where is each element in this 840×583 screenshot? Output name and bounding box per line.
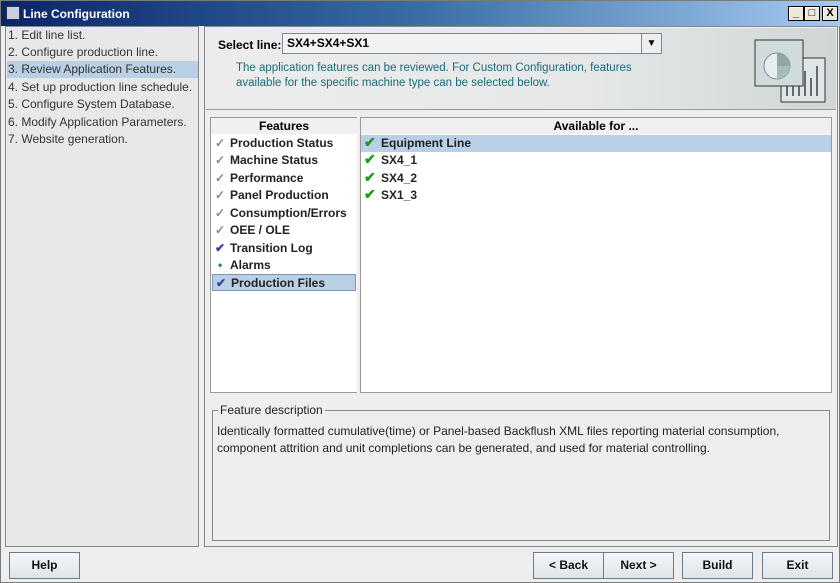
feature-item[interactable]: ✓ Consumption/Errors: [212, 205, 356, 222]
header-panel: Select line: SX4+SX4+SX1 ▼ The applicati…: [206, 28, 836, 110]
check-icon: ✔: [364, 169, 376, 185]
available-list: Available for ... ✔ Equipment Line ✔ SX4_1…: [360, 117, 832, 393]
feature-label: Alarms: [230, 258, 271, 272]
hint-text: The application features can be reviewed…: [236, 62, 632, 89]
feature-item[interactable]: ✔ Transition Log: [212, 240, 356, 257]
check-icon: ✓: [215, 188, 226, 202]
check-icon: ✓: [215, 153, 226, 167]
next-button[interactable]: Next >: [603, 552, 674, 579]
available-item[interactable]: ✔ SX4_1: [361, 151, 831, 169]
check-icon: ✓: [215, 136, 226, 150]
select-line-combo[interactable]: SX4+SX4+SX1 ▼: [282, 33, 662, 54]
available-label: SX4_2: [381, 171, 418, 185]
available-item[interactable]: ✔ Equipment Line: [361, 134, 831, 152]
feature-label: Panel Production: [230, 188, 329, 202]
step-item[interactable]: 1. Edit line list.: [7, 27, 198, 44]
check-icon: ✔: [364, 134, 376, 150]
available-item[interactable]: ✔ SX1_3: [361, 186, 831, 204]
maximize-button[interactable]: □: [804, 6, 820, 21]
feature-label: Machine Status: [230, 153, 319, 167]
feature-item[interactable]: • Alarms: [212, 257, 356, 274]
steps-list: 1. Edit line list. 2. Configure producti…: [5, 26, 199, 547]
feature-label: Consumption/Errors: [230, 206, 347, 220]
minimize-button[interactable]: _: [788, 6, 804, 21]
features-header: Features: [211, 118, 357, 134]
step-item[interactable]: 7. Website generation.: [7, 131, 198, 148]
feature-label: OEE / OLE: [230, 223, 291, 237]
select-line-label: Select line:: [218, 38, 282, 52]
check-icon: ✔: [364, 186, 376, 202]
feature-label: Performance: [230, 171, 304, 185]
check-icon: ✔: [216, 276, 227, 290]
check-icon: ✓: [215, 223, 226, 237]
app-icon: [6, 6, 20, 20]
window-title: Line Configuration: [23, 7, 130, 21]
main-panel: Select line: SX4+SX4+SX1 ▼ The applicati…: [204, 26, 838, 547]
select-line-value: SX4+SX4+SX1: [283, 34, 641, 53]
feature-description-group: Feature description Identically formatte…: [212, 403, 830, 541]
available-label: SX4_1: [381, 153, 418, 167]
check-icon: ✓: [215, 171, 226, 185]
feature-description-title: Feature description: [218, 403, 325, 417]
feature-item[interactable]: ✓ OEE / OLE: [212, 222, 356, 239]
feature-label: Transition Log: [230, 241, 313, 255]
chevron-down-icon[interactable]: ▼: [641, 34, 661, 53]
check-icon: ✓: [215, 206, 226, 220]
feature-item[interactable]: ✓ Production Status: [212, 135, 356, 152]
available-header: Available for ...: [361, 118, 831, 134]
available-label: SX1_3: [381, 188, 418, 202]
check-icon: ✔: [215, 241, 226, 255]
available-item[interactable]: ✔ SX4_2: [361, 169, 831, 187]
feature-item[interactable]: ✓ Performance: [212, 170, 356, 187]
features-list: Features ✓ Production Status ✓ Machine Sta…: [210, 117, 357, 393]
feature-item[interactable]: ✓ Machine Status: [212, 152, 356, 169]
step-item[interactable]: 5. Configure System Database.: [7, 96, 198, 113]
chart-illustration-icon: [754, 39, 826, 103]
close-button[interactable]: X: [822, 6, 838, 21]
build-button[interactable]: Build: [682, 552, 753, 579]
help-button[interactable]: Help: [9, 552, 80, 579]
back-button[interactable]: < Back: [533, 552, 604, 579]
feature-description-text: Identically formatted cumulative(time) o…: [217, 424, 780, 455]
step-item-selected[interactable]: 3. Review Application Features.: [7, 61, 198, 78]
step-item[interactable]: 4. Set up production line schedule.: [7, 79, 198, 96]
exit-button[interactable]: Exit: [762, 552, 833, 579]
feature-label: Production Status: [230, 136, 334, 150]
available-label: Equipment Line: [381, 136, 471, 150]
step-item[interactable]: 2. Configure production line.: [7, 44, 198, 61]
title-bar: Line Configuration _ □ X: [1, 1, 840, 26]
dot-icon: •: [218, 258, 223, 272]
feature-item[interactable]: ✓ Panel Production: [212, 187, 356, 204]
step-item[interactable]: 6. Modify Application Parameters.: [7, 114, 198, 131]
feature-label: Production Files: [231, 276, 326, 290]
check-icon: ✔: [364, 151, 376, 167]
feature-item-selected[interactable]: ✔ Production Files: [212, 274, 356, 291]
